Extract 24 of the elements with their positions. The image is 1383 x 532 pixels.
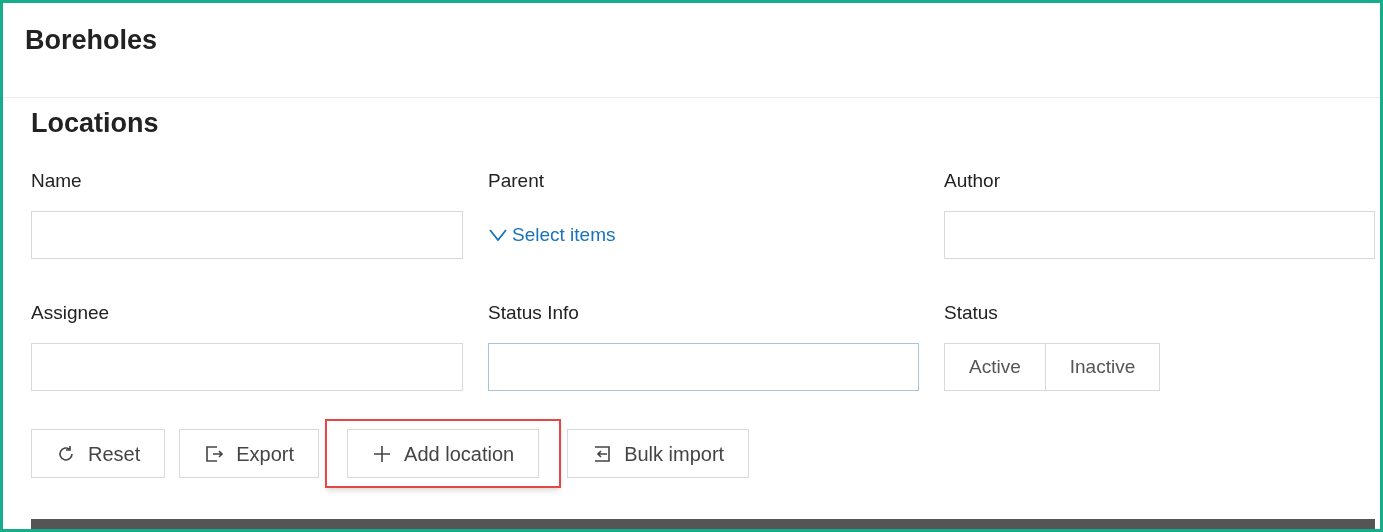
field-label: Name xyxy=(31,171,83,190)
field-label: Parent xyxy=(488,171,545,190)
chevron-down-icon xyxy=(488,228,508,242)
field-label: Assignee xyxy=(31,303,111,322)
action-button[interactable]: Add location xyxy=(347,429,540,478)
select-items-link[interactable]: Select items xyxy=(488,211,616,259)
input-field[interactable] xyxy=(944,211,1375,259)
import-icon xyxy=(592,443,613,464)
status-option[interactable]: Active xyxy=(944,343,1046,391)
field-label: Status xyxy=(944,303,999,322)
input-field[interactable] xyxy=(31,343,463,391)
input-field[interactable] xyxy=(488,343,919,391)
plus-icon xyxy=(372,443,393,464)
section-title: Locations xyxy=(31,110,160,137)
action-button[interactable]: Export xyxy=(179,429,320,478)
action-button[interactable]: Bulk import xyxy=(567,429,750,478)
export-icon xyxy=(204,443,225,464)
status-option[interactable]: Inactive xyxy=(1044,343,1161,391)
field-label: Author xyxy=(944,171,1001,190)
field-label: Status Info xyxy=(488,303,580,322)
refresh-icon xyxy=(56,443,76,464)
input-field[interactable] xyxy=(31,211,463,259)
page-title: Boreholes xyxy=(25,27,159,54)
action-button[interactable]: Reset xyxy=(31,429,166,478)
